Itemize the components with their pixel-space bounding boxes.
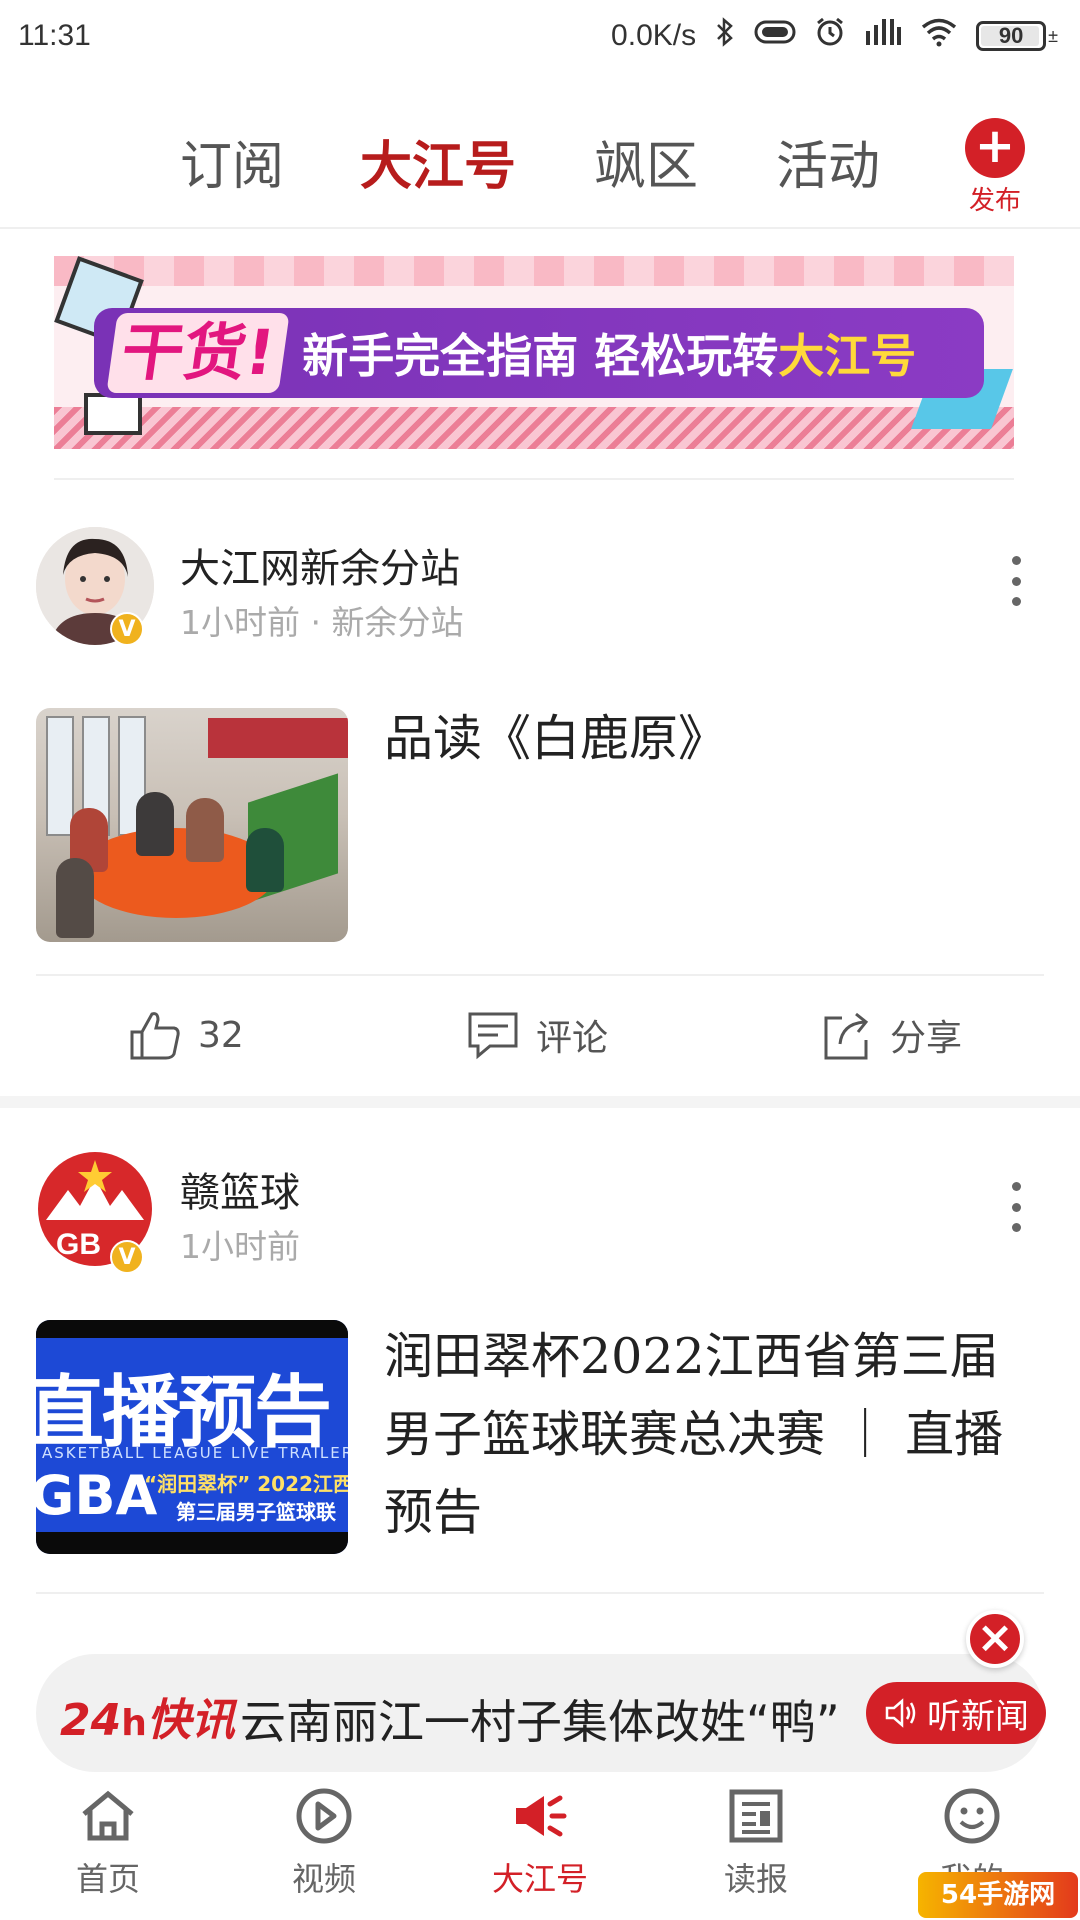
post-title[interactable]: 品读《白鹿原》 bbox=[384, 700, 1024, 778]
share-icon bbox=[824, 1012, 869, 1060]
alarm-icon bbox=[814, 16, 846, 56]
nav-home-label: 首页 bbox=[75, 1860, 140, 1898]
status-time: 11:31 bbox=[18, 19, 91, 52]
tab-activity[interactable]: 活动 bbox=[776, 124, 880, 199]
share-button[interactable]: 分享 bbox=[820, 1008, 962, 1062]
battery-level: 90 bbox=[998, 23, 1024, 48]
home-icon bbox=[82, 1790, 134, 1841]
close-icon[interactable]: × bbox=[966, 1610, 1024, 1668]
megaphone-icon bbox=[516, 1795, 567, 1837]
more-options-icon[interactable] bbox=[1006, 556, 1026, 606]
play-icon bbox=[296, 1788, 352, 1844]
smiley-icon bbox=[944, 1788, 1000, 1844]
newspaper-icon bbox=[729, 1789, 783, 1843]
plus-icon: + bbox=[965, 118, 1025, 178]
verified-badge-icon: V bbox=[110, 1240, 144, 1274]
thumb-sub2-text: 第三届男子篮球联 bbox=[176, 1500, 336, 1524]
tab-saqu[interactable]: 飒区 bbox=[594, 124, 698, 199]
more-options-icon[interactable] bbox=[1006, 1182, 1026, 1232]
divider bbox=[36, 1592, 1044, 1594]
bluetooth-icon bbox=[714, 17, 736, 55]
thumb-gba-text: GBA bbox=[36, 1464, 158, 1527]
signal-icon bbox=[864, 17, 902, 55]
watermark-logo: 54手游网 bbox=[918, 1872, 1078, 1918]
tab-dajianghao[interactable]: 大江号 bbox=[360, 124, 516, 199]
comment-icon bbox=[468, 1012, 518, 1060]
post-meta: 1小时前 · 新余分站 bbox=[180, 603, 464, 642]
author-name[interactable]: 大江网新余分站 bbox=[180, 536, 460, 594]
status-icons: 0.0K/s 90 ± bbox=[611, 16, 1058, 56]
nav-video[interactable]: 视频 bbox=[234, 1786, 414, 1900]
thumb-sub-text: “润田翠杯” 2022江西 bbox=[144, 1472, 348, 1496]
author-name[interactable]: 赣篮球 bbox=[180, 1160, 300, 1218]
section-separator bbox=[0, 1096, 1080, 1108]
post-actions: 32 评论 分享 bbox=[0, 976, 1080, 1096]
share-label: 分享 bbox=[890, 1018, 963, 1059]
divider bbox=[0, 227, 1080, 229]
nav-home[interactable]: 首页 bbox=[18, 1786, 198, 1900]
nav-newspaper-label: 读报 bbox=[723, 1860, 788, 1898]
toggle-icon bbox=[754, 17, 796, 55]
nav-dajianghao-label: 大江号 bbox=[491, 1860, 588, 1898]
nav-video-label: 视频 bbox=[291, 1860, 356, 1898]
listen-news-button[interactable]: 听新闻 bbox=[866, 1682, 1046, 1744]
tab-subscribe[interactable]: 订阅 bbox=[180, 124, 284, 199]
post-meta: 1小时前 bbox=[180, 1227, 300, 1266]
promo-banner[interactable]: 干货! 新手完全指南 轻松玩转大江号 bbox=[54, 256, 1014, 449]
nav-dajianghao[interactable]: 大江号 bbox=[450, 1786, 630, 1900]
net-speed: 0.0K/s bbox=[611, 19, 697, 52]
thumb-small-text: ASKETBALL LEAGUE LIVE TRAILER bbox=[42, 1444, 348, 1462]
avatar-text: GB bbox=[56, 1228, 101, 1261]
nav-newspaper[interactable]: 读报 bbox=[666, 1786, 846, 1900]
wifi-icon bbox=[920, 17, 958, 55]
flash-news-logo: 24h快讯 bbox=[60, 1695, 235, 1746]
battery-icon: 90 ± bbox=[976, 21, 1058, 51]
publish-button[interactable]: + 发布 bbox=[960, 118, 1030, 217]
banner-text: 新手完全指南 轻松玩转 bbox=[302, 329, 779, 383]
comment-button[interactable]: 评论 bbox=[466, 1008, 608, 1062]
post-thumbnail[interactable] bbox=[36, 708, 348, 942]
top-tabs: 订阅 大江号 飒区 活动 + 发布 bbox=[0, 96, 1080, 226]
post-title[interactable]: 润田翠杯2022江西省第三届男子篮球联赛总决赛 ｜ 直播预告 bbox=[384, 1318, 1024, 1552]
like-count: 32 bbox=[198, 1014, 244, 1056]
post-thumbnail[interactable]: 直播预告 ASKETBALL LEAGUE LIVE TRAILER GBA “… bbox=[36, 1320, 348, 1554]
flash-news-headline[interactable]: 云南丽江一村子集体改姓“鸭” bbox=[240, 1686, 840, 1752]
status-bar: 11:31 0.0K/s 90 ± bbox=[0, 0, 1080, 72]
listen-news-label: 听新闻 bbox=[927, 1696, 1029, 1737]
banner-headline: 干货! 新手完全指南 轻松玩转大江号 bbox=[94, 308, 984, 398]
flash-news-bar[interactable]: 24h快讯 云南丽江一村子集体改姓“鸭” 听新闻 bbox=[36, 1654, 1046, 1772]
banner-highlight: 大江号 bbox=[778, 329, 917, 383]
like-button[interactable]: 32 bbox=[128, 1008, 244, 1062]
thumbs-up-icon bbox=[130, 1012, 180, 1060]
speaker-icon bbox=[885, 1698, 916, 1728]
decor-box bbox=[84, 393, 142, 435]
banner-lead: 干货! bbox=[106, 313, 290, 393]
verified-badge-icon: V bbox=[110, 612, 144, 646]
divider bbox=[54, 478, 1014, 480]
publish-label: 发布 bbox=[968, 186, 1021, 216]
comment-label: 评论 bbox=[536, 1018, 609, 1059]
